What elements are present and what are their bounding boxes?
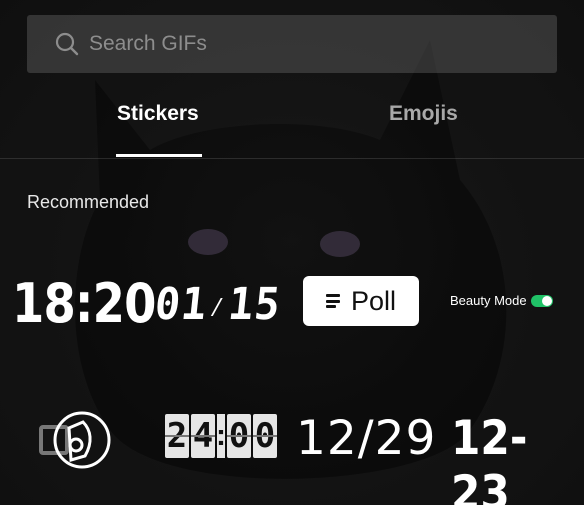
tab-bar: Stickers Emojis (0, 88, 584, 158)
tab-emojis[interactable]: Emojis (389, 102, 458, 126)
date-day: 15 (225, 279, 284, 330)
active-tab-indicator (116, 154, 202, 157)
sticker-date-bold[interactable]: 12-23 (451, 411, 571, 505)
sticker-date-slash[interactable]: 01/15 (152, 279, 283, 330)
flip-colon: : (216, 414, 226, 458)
date-separator: / (209, 294, 226, 320)
tab-stickers[interactable]: Stickers (117, 102, 199, 126)
flip-digit: 0 (227, 414, 251, 458)
sticker-face-frame[interactable] (39, 410, 113, 470)
date-month: 01 (152, 279, 210, 330)
poll-lines-icon (325, 294, 342, 308)
flip-digit: 2 (165, 414, 189, 458)
tabs-divider (0, 158, 584, 159)
sticker-clock-time[interactable]: 18:20 (12, 272, 156, 335)
search-bar[interactable] (27, 15, 557, 73)
search-icon (54, 31, 80, 57)
sticker-flip-clock[interactable]: 2 4 : 0 0 (165, 414, 277, 458)
beauty-mode-label: Beauty Mode (450, 293, 527, 308)
poll-label: Poll (350, 285, 397, 316)
sticker-poll[interactable]: Poll (303, 276, 419, 326)
sticker-beauty-mode[interactable]: Beauty Mode (450, 293, 553, 308)
beauty-mode-toggle[interactable] (530, 294, 553, 307)
section-title-recommended: Recommended (27, 192, 150, 212)
flip-digit: 4 (191, 414, 215, 458)
sticker-date-thin[interactable]: 12/29 (296, 411, 436, 466)
flip-digit: 0 (253, 414, 277, 458)
gif-sticker-panel: Stickers Emojis Recommended 18:20 01/15 … (0, 0, 584, 505)
search-input[interactable] (87, 31, 511, 57)
face-frame-icon (39, 411, 111, 469)
